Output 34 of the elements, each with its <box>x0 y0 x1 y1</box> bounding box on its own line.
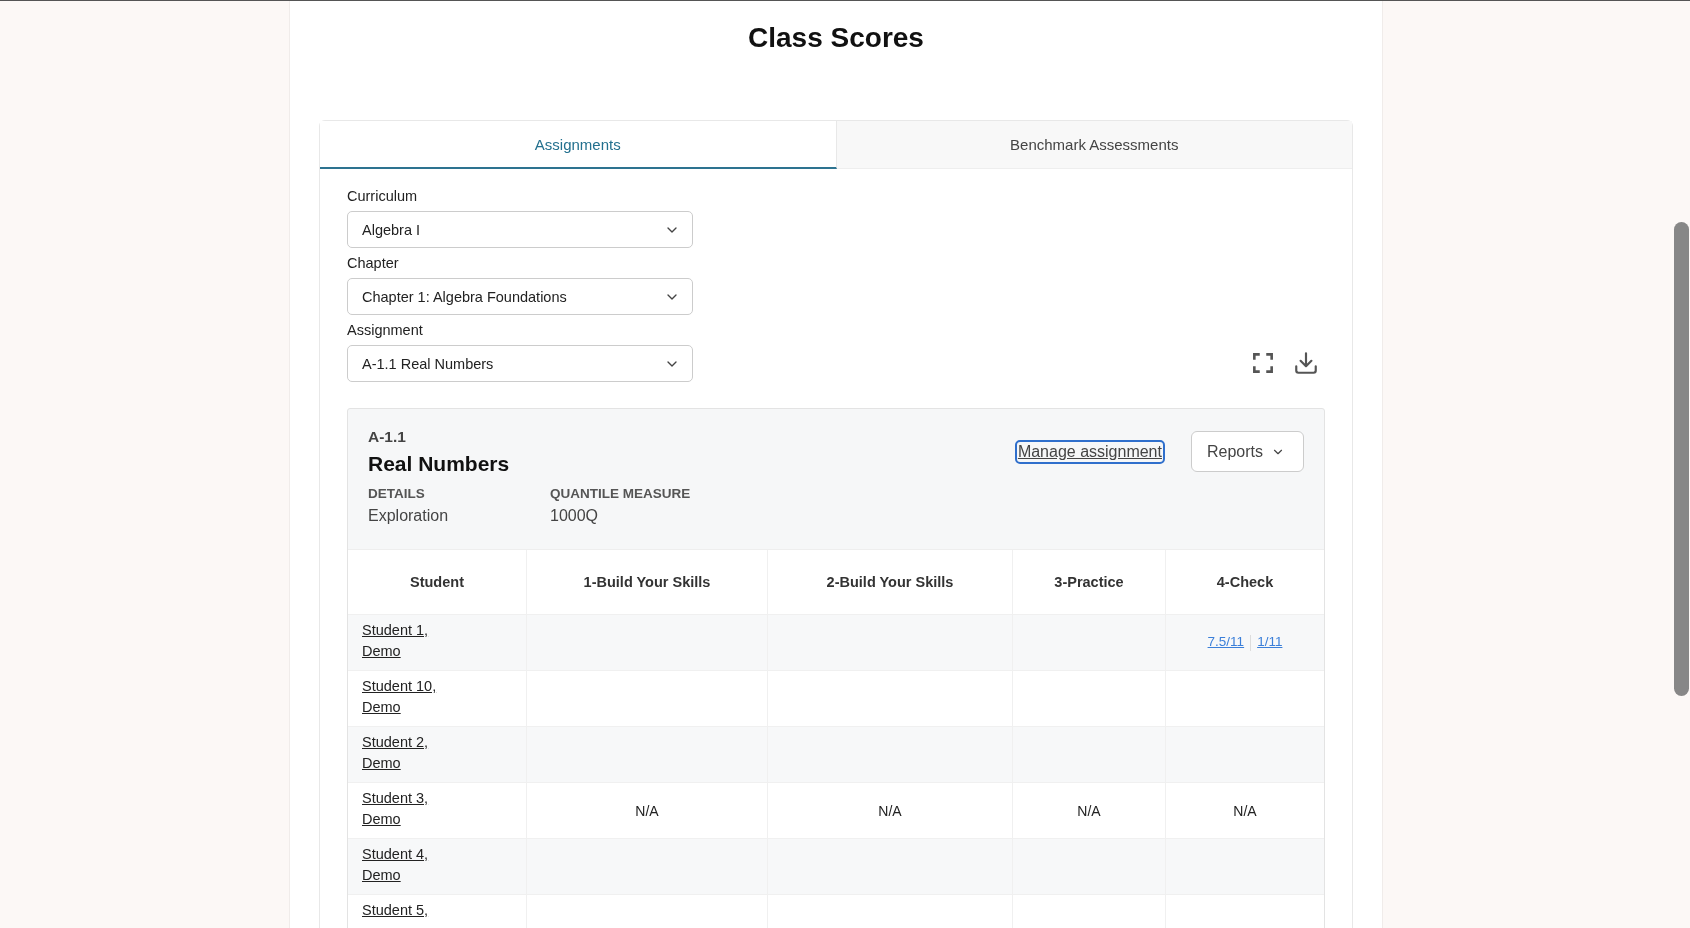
detail-label: QUANTILE MEASURE <box>550 486 692 501</box>
detail-value: 1000Q <box>550 507 600 525</box>
column-header: 1-Build Your Skills <box>583 574 711 590</box>
assignment-code: A-1.1 <box>368 428 407 446</box>
student-link[interactable]: Student 3, Demo <box>362 788 444 830</box>
column-header: 3-Practice <box>1054 574 1124 590</box>
column-header: 2-Build Your Skills <box>826 574 954 590</box>
assignment-title: Real Numbers <box>368 452 511 476</box>
dropdown[interactable]: A-1.1 Real Numbers <box>347 345 693 382</box>
score-link[interactable]: 1/11 <box>1257 634 1283 650</box>
tab[interactable]: Benchmark Assessments <box>836 121 1352 169</box>
student-link[interactable]: Student 10, Demo <box>362 676 444 718</box>
reports-button[interactable]: Reports <box>1190 431 1304 472</box>
field-label: Assignment <box>347 322 424 338</box>
dropdown[interactable]: Algebra I <box>347 211 693 248</box>
download-icon[interactable] <box>1293 350 1319 376</box>
table-cell: N/A <box>1077 802 1101 819</box>
table-cell: N/A <box>635 802 659 819</box>
fullscreen-icon[interactable] <box>1250 350 1276 376</box>
dropdown[interactable]: Chapter 1: Algebra Foundations <box>347 278 693 315</box>
detail-label: DETAILS <box>368 486 426 501</box>
column-header: 4-Check <box>1216 574 1274 590</box>
page-title: Class Scores <box>747 22 925 54</box>
tab[interactable]: Assignments <box>320 121 837 169</box>
scrollbar[interactable] <box>1674 222 1689 696</box>
table-cell: N/A <box>1233 802 1257 819</box>
column-header: Student <box>410 574 464 590</box>
detail-value: Exploration <box>368 507 450 525</box>
student-link[interactable]: Student 5, <box>362 900 444 921</box>
field-label: Curriculum <box>347 188 419 204</box>
table-cell: N/A <box>878 802 902 819</box>
manage-assignment-link[interactable]: Manage assignment <box>1016 442 1163 462</box>
field-label: Chapter <box>347 255 400 271</box>
score-link[interactable]: 7.5/11 <box>1207 634 1245 650</box>
